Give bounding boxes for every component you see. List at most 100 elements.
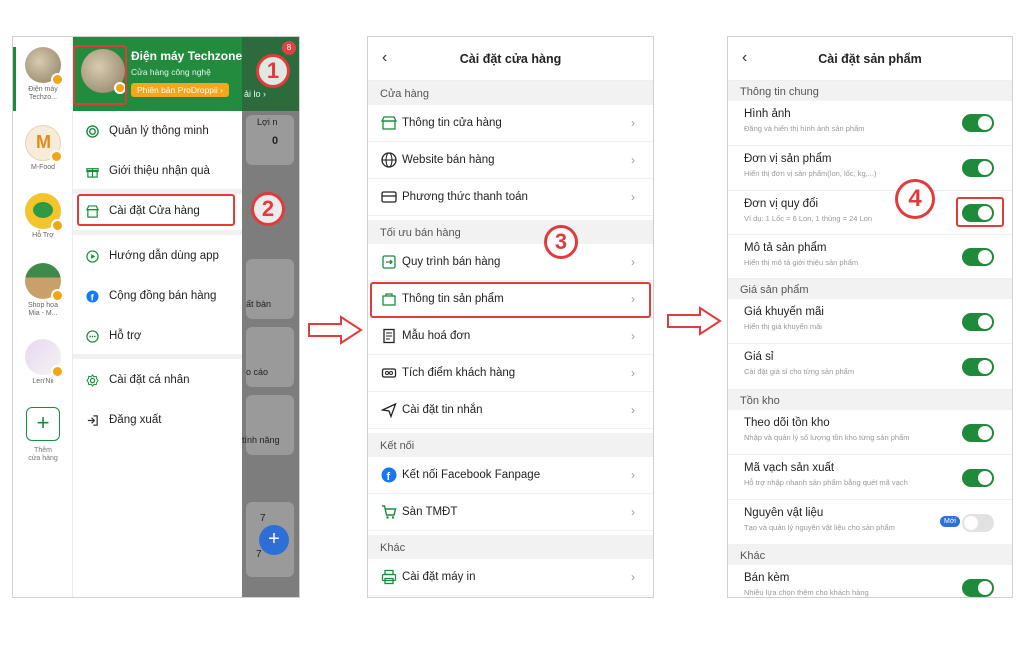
screen-product-settings: ‹ Cài đặt sản phẩm Thông tin chung Hình … (727, 36, 1013, 598)
menu-label: Đăng xuất (109, 414, 162, 426)
toggle-track-inventory[interactable] (962, 424, 994, 442)
menu-smart-management[interactable]: Quản lý thông minh (73, 117, 242, 145)
setting-title: Giá khuyến mãi (744, 306, 824, 318)
row-sales-process[interactable]: Quy trình bán hàng › (368, 244, 653, 281)
section-header: Cửa hàng (368, 81, 653, 105)
section-header: Thông tin chung (728, 81, 1012, 101)
row-website[interactable]: Website bán hàng › (368, 142, 653, 179)
plan-pill[interactable]: Phiên bản ProDroppii › (131, 83, 229, 97)
process-icon (380, 254, 397, 271)
store-avatar (25, 339, 64, 378)
store-drawer: Điện máy Techzone Cửa hàng công nghệ Phi… (73, 37, 242, 597)
row-label: Phương thức thanh toán (402, 191, 528, 203)
setting-bundle-sale: Bán kèm Nhiều lựa chọn thêm cho khách hà… (728, 565, 1012, 597)
cart-icon (380, 504, 397, 521)
page-title: Cài đặt cửa hàng (459, 51, 562, 66)
toggle-wholesale-price[interactable] (962, 358, 994, 376)
setting-title: Hình ảnh (744, 108, 791, 120)
chevron-right-icon: › (631, 505, 635, 519)
row-invoice-template[interactable]: Mẫu hoá đơn › (368, 318, 653, 355)
toggle-product-unit[interactable] (962, 159, 994, 177)
row-ecommerce[interactable]: Sàn TMĐT › (368, 494, 653, 531)
svg-text:f: f (386, 471, 390, 483)
toggle-product-description[interactable] (962, 248, 994, 266)
rail-store-flower[interactable]: Shop hoa Mia - M... (13, 263, 73, 318)
setting-product-unit: Đơn vị sản phẩm Hiển thị đơn vị sản phẩm… (728, 146, 1012, 191)
menu-support[interactable]: Hỗ trợ (73, 322, 242, 350)
setting-desc: Nhiều lựa chọn thêm cho khách hàng (744, 588, 869, 597)
chevron-right-icon: › (631, 468, 635, 482)
home-link-text: ải lo › (244, 89, 267, 99)
row-store-info[interactable]: Thông tin cửa hàng › (368, 105, 653, 142)
row-customer-points[interactable]: Tích điểm khách hàng › (368, 355, 653, 392)
rail-store-name: Shop hoa Mia - M... (28, 302, 58, 317)
toggle-raw-materials[interactable] (962, 514, 994, 532)
nav-bar: ‹ Cài đặt cửa hàng (368, 37, 653, 81)
rail-store-support[interactable]: Hỗ Trợ (13, 193, 73, 240)
nav-bar: ‹ Cài đặt sản phẩm (728, 37, 1012, 81)
drawer-store-subtitle: Cửa hàng công nghệ (131, 67, 211, 77)
toggle-promo-price[interactable] (962, 313, 994, 331)
toggle-barcode[interactable] (962, 469, 994, 487)
facebook-icon: f (380, 467, 397, 484)
add-store-label: Thêm cửa hàng (28, 447, 58, 462)
chevron-right-icon: › (631, 570, 635, 584)
section-header: Kết nối (368, 433, 653, 457)
row-payment[interactable]: Phương thức thanh toán › (368, 179, 653, 216)
section-header: Khác (368, 535, 653, 559)
globe-icon (380, 152, 397, 169)
add-fab-button[interactable]: + (259, 525, 289, 555)
arrow-right-icon (308, 315, 363, 345)
row-message-settings[interactable]: Cài đặt tin nhắn › (368, 392, 653, 429)
send-icon (380, 402, 397, 419)
back-icon[interactable]: ‹ (742, 49, 747, 67)
screen-store-settings: ‹ Cài đặt cửa hàng Cửa hàng Thông tin cử… (367, 36, 654, 598)
home-profit-value: 0 (272, 135, 279, 147)
logout-icon (85, 413, 99, 427)
rail-store-lennii[interactable]: Len'Nii (13, 339, 73, 386)
chevron-right-icon: › (631, 403, 635, 417)
setting-title: Đơn vị sản phẩm (744, 153, 832, 165)
toggle-bundle-sale[interactable] (962, 579, 994, 597)
menu-label: Quản lý thông minh (109, 125, 209, 137)
rail-store-mfood[interactable]: M M-Food (13, 125, 73, 172)
rail-store-techzone[interactable]: Điện máy Techzo... (13, 47, 73, 102)
setting-title: Mô tả sản phẩm (744, 242, 827, 254)
menu-referral[interactable]: Giới thiệu nhận quà (73, 157, 242, 185)
row-label: Sàn TMĐT (402, 506, 458, 518)
home-count-a: 7 (260, 513, 266, 524)
section-header: Giá sản phẩm (728, 279, 1012, 299)
row-facebook-fanpage[interactable]: f Kết nối Facebook Fanpage › (368, 457, 653, 494)
home-card (246, 259, 294, 319)
chevron-right-icon: › (631, 329, 635, 343)
menu-community[interactable]: f Cộng đồng bán hàng (73, 282, 242, 310)
rail-store-name: Hỗ Trợ (32, 232, 54, 239)
gear-icon (85, 373, 99, 387)
menu-personal-settings[interactable]: Cài đặt cá nhân (73, 366, 242, 394)
menu-app-guide[interactable]: Hướng dẫn dùng app (73, 242, 242, 270)
row-label: Mẫu hoá đơn (402, 330, 471, 342)
setting-desc: Cài đặt giá sỉ cho từng sản phẩm (744, 367, 855, 376)
row-printer-settings[interactable]: Cài đặt máy in › (368, 559, 653, 596)
setting-promo-price: Giá khuyến mãi Hiển thị giá khuyến mãi (728, 299, 1012, 344)
dimmed-home-background: 8 ải lo › Lợi n 0 ất bàn o cáo tính năng… (242, 37, 299, 597)
home-profit-label: Lợi n (257, 117, 278, 127)
rail-store-name: Điện máy Techzo... (28, 86, 58, 101)
menu-logout[interactable]: Đăng xuất (73, 406, 242, 434)
setting-title: Đơn vị quy đổi (744, 198, 819, 210)
card-icon (380, 189, 397, 206)
facebook-icon: f (85, 289, 99, 303)
back-icon[interactable]: ‹ (382, 49, 387, 67)
add-store-button[interactable]: + (26, 407, 60, 441)
setting-desc: Hỗ trợ nhập nhanh sản phẩm bằng quét mã … (744, 478, 908, 487)
setting-desc: Hiển thị đơn vị sản phẩm(lon, lốc, kg,..… (744, 169, 877, 178)
highlight-conversion-toggle (956, 197, 1004, 227)
spiral-icon (85, 124, 99, 138)
new-badge: Mới (940, 516, 960, 527)
setting-title: Theo dõi tồn kho (744, 417, 830, 429)
drawer-store-title: Điện máy Techzone (131, 49, 243, 63)
setting-raw-materials: Nguyên vật liệu Tạo và quản lý nguyên vậ… (728, 500, 1012, 545)
setting-images: Hình ảnh Đăng và hiển thị hình ảnh sản p… (728, 101, 1012, 146)
points-icon (380, 365, 397, 382)
toggle-images[interactable] (962, 114, 994, 132)
